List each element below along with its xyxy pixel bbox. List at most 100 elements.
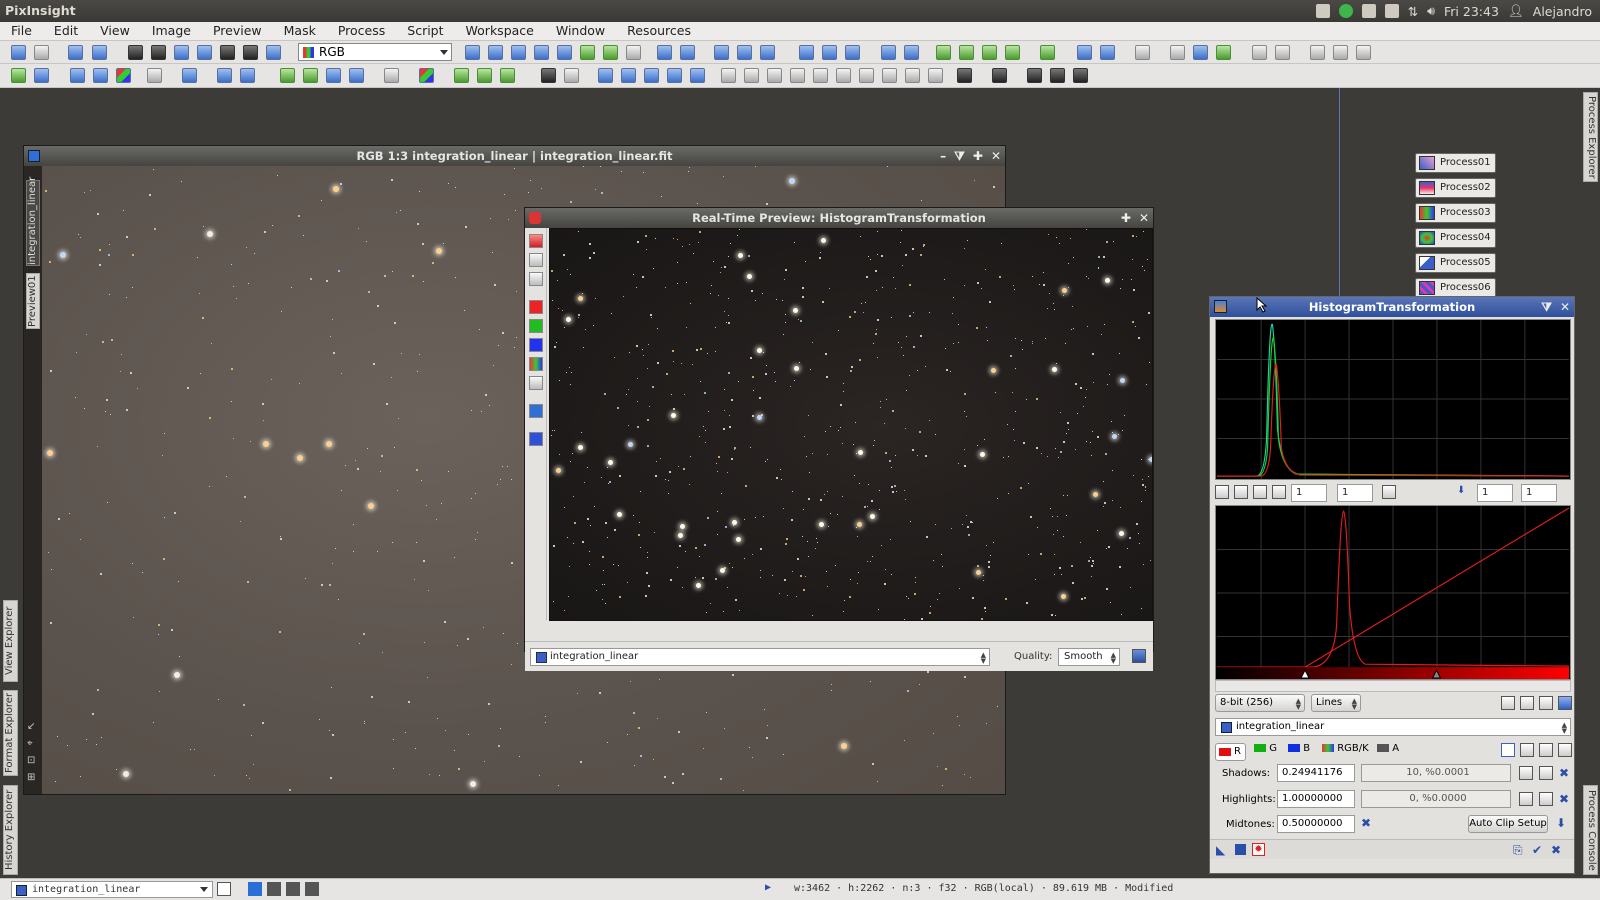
mask-h-icon[interactable] [882,68,897,83]
wavelet-icon[interactable] [303,68,318,83]
display-ch3-icon[interactable] [305,882,319,896]
maximize-icon[interactable]: ✚ [1121,208,1131,228]
channel-combine-icon[interactable] [419,68,434,83]
mask-e-icon[interactable] [813,68,828,83]
menu-window[interactable]: Window [545,22,616,40]
shadows-apply-icon[interactable] [1539,766,1553,780]
rejection-icon[interactable] [1501,696,1515,710]
stf-link-icon[interactable] [174,45,189,60]
printer-icon[interactable] [1361,4,1376,18]
image-window-icon[interactable] [28,150,40,162]
shade-icon[interactable]: ⧩ [954,146,965,166]
histogram-window-icon[interactable] [1214,300,1227,313]
channel-plus-icon[interactable] [1520,743,1534,757]
new-image-icon[interactable] [68,45,83,60]
mask-g-icon[interactable] [859,68,874,83]
invert-icon[interactable] [541,68,556,83]
rotate-icon[interactable] [454,68,469,83]
status-view-select[interactable]: integration_linear [11,881,213,898]
status-view-icon[interactable] [217,882,231,896]
process-icon-05[interactable]: Process05 [1415,253,1496,273]
mask-j-icon[interactable] [928,68,943,83]
channel-b-button[interactable]: B [1288,743,1310,754]
preview-store-icon[interactable] [1077,45,1092,60]
zoom-icon[interactable] [529,253,543,267]
menu-file[interactable]: File [0,22,43,40]
zoom-fit-icon[interactable] [488,45,503,60]
chevron-down-icon[interactable]: ⬇ [1457,485,1465,496]
volume-icon[interactable]: 🔊︎ [1427,3,1435,19]
layers-icon[interactable] [529,272,543,286]
zoom-1-2-icon[interactable] [760,45,775,60]
save-icon[interactable] [34,68,49,83]
image-window-titlebar[interactable]: RGB 1:3 integration_linear | integration… [24,146,1005,166]
shade-icon[interactable]: ⧩ [1541,297,1552,317]
image-info-icon[interactable] [240,68,255,83]
mask-l-icon[interactable] [992,68,1007,83]
channel-rgbk-button[interactable]: RGB/K [1322,743,1369,754]
channel-lum-icon[interactable] [529,376,543,390]
channel-copy-icon[interactable] [1539,743,1553,757]
quality-select[interactable]: Smooth ▲ ▼ [1058,648,1120,666]
new-instance-icon[interactable]: ◣ [1216,843,1225,857]
fits-header-icon[interactable] [217,68,232,83]
channel-reset-icon[interactable] [1501,743,1515,757]
display-mode-icon[interactable] [220,45,235,60]
pan-mode-icon[interactable] [511,45,526,60]
check-icon[interactable] [1338,4,1353,18]
color-icon[interactable] [116,68,131,83]
flip-icon[interactable] [644,68,659,83]
channel-g-button[interactable]: G [1254,743,1277,754]
mask-c-icon[interactable] [767,68,782,83]
zoom-x-input[interactable]: 1 [1291,484,1327,502]
process-explorer-tab[interactable]: Process Explorer [1583,92,1598,182]
zoom-y2-input[interactable]: 1 [1521,484,1557,502]
zoom-x2-input[interactable]: 1 [1477,484,1513,502]
curve-icon[interactable] [1539,696,1553,710]
zoom-in-icon[interactable] [657,45,672,60]
minimize-icon[interactable]: – [940,146,946,166]
close-icon[interactable]: ✕ [991,146,1001,166]
lock-icon[interactable] [1135,45,1150,60]
rotate-cw-icon[interactable] [477,68,492,83]
image-tool-icon-3[interactable]: ⊡ [27,755,35,766]
network-icon[interactable]: ⇅ [1408,4,1418,19]
deiconize-icon[interactable] [1356,45,1371,60]
image-tool-icon-2[interactable]: ⌖ [27,738,33,749]
highlights-apply-icon[interactable] [1539,792,1553,806]
realtime-preview-window[interactable]: Real-Time Preview: HistogramTransformati… [524,207,1154,671]
image-tool-icon-1[interactable]: ↙ [27,721,35,732]
explode-icon[interactable] [1310,45,1325,60]
reset-icon[interactable] [529,234,543,248]
menu-preview[interactable]: Preview [202,22,273,40]
fit-view-icon[interactable] [557,45,572,60]
menu-mask[interactable]: Mask [273,22,327,40]
arrange-icon[interactable] [845,45,860,60]
fft-icon[interactable] [280,68,295,83]
mask-show-icon[interactable] [936,45,951,60]
mask-k-icon[interactable] [957,68,972,83]
clock[interactable]: Fri 23:43 [1444,4,1499,19]
auto-clip-setup-button[interactable]: Auto Clip Setup [1468,815,1548,833]
display-ch1-icon[interactable] [267,882,281,896]
user-name[interactable]: Alejandro [1533,4,1592,19]
menu-script[interactable]: Script [396,22,454,40]
frame-icon[interactable] [147,68,162,83]
history-explorer-tab[interactable]: History Explorer [3,785,18,875]
process-icon-02[interactable]: Process02 [1415,178,1496,198]
preview-view-select[interactable]: integration_linear ▲ ▼ [530,648,990,666]
zoom-out-icon[interactable] [680,45,695,60]
mask-enable-icon[interactable] [959,45,974,60]
zoom-1-1-icon[interactable] [714,45,729,60]
channel-paste-icon[interactable] [1558,743,1572,757]
edit-icon[interactable] [1315,4,1330,18]
close-icon[interactable]: ✕ [1560,297,1570,317]
grayscale-icon[interactable] [564,68,579,83]
undo-icon[interactable] [11,45,26,60]
graph-icon[interactable] [1520,696,1534,710]
menu-edit[interactable]: Edit [43,22,89,40]
geometry-icon[interactable] [70,68,85,83]
highlights-input[interactable]: 1.00000000 [1277,790,1355,808]
readout-mode-icon[interactable] [465,45,480,60]
process-console-tab[interactable]: Process Console [1583,785,1598,875]
